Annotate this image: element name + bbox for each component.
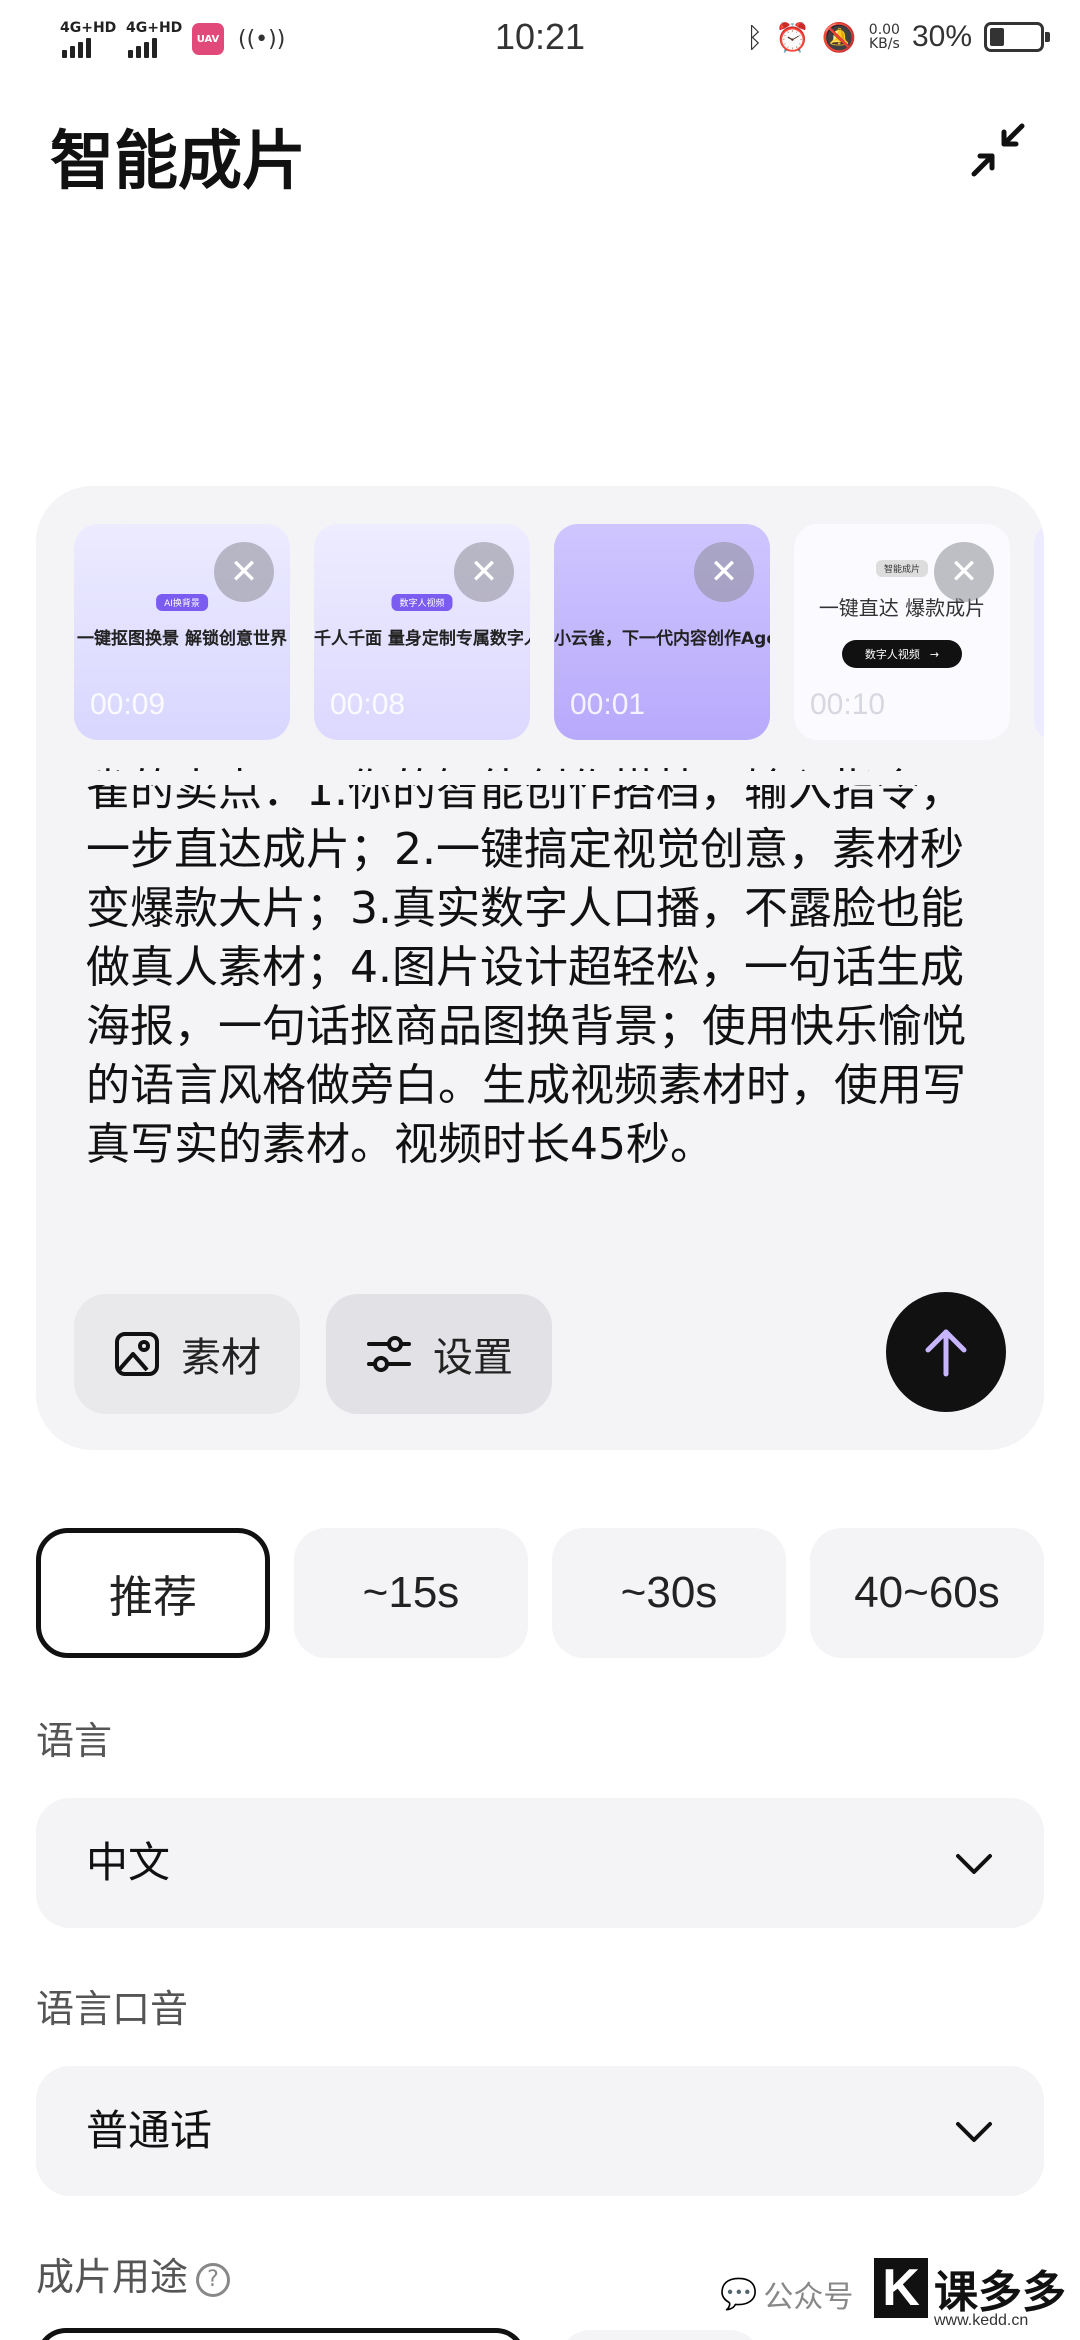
thumbnail-duration: 00:01	[570, 688, 646, 721]
attachment-thumbnail[interactable]: 智能成片 一键直达 爆款成片 数字人视频 → 00:10 ✕	[794, 524, 1010, 740]
collapse-arrows-icon	[971, 123, 1025, 177]
duration-tab-recommended[interactable]: 推荐	[36, 1528, 270, 1658]
chevron-down-icon	[956, 2122, 992, 2142]
watermark: 💬 公众号 K 课多多 www.kedd.cn	[720, 2250, 1080, 2340]
status-right: ᛒ ⏰ 🔕 0.00 KB/s 30%	[746, 20, 1050, 54]
attachment-list: AI换背景 一键抠图换景 解锁创意世界 00:09 ✕ 数字人视频 千人千面 量…	[74, 524, 1044, 740]
chevron-down-icon	[956, 1854, 992, 1874]
duration-tab-30s[interactable]: ~30s	[552, 1528, 786, 1658]
wechat-watermark: 💬 公众号	[720, 2272, 853, 2316]
page-title: 智能成片	[50, 125, 306, 199]
accent-select[interactable]: 普通话	[36, 2066, 1044, 2196]
thumbnail-caption: 千人千面 量身定制专属数字人	[314, 629, 530, 649]
bluetooth-icon: ᛒ	[746, 20, 764, 54]
brand-logo-letter: K	[874, 2258, 928, 2318]
sliders-icon	[367, 1336, 411, 1372]
status-bar: 4G+HD 4G+HD UAV ((•)) 10:21 ᛒ ⏰ 🔕 0.00 K…	[0, 0, 1080, 84]
thumbnail-caption: 一键抠图换景 解锁创意世界	[77, 629, 287, 649]
mute-icon: 🔕	[821, 20, 857, 54]
net-speed: 0.00 KB/s	[869, 23, 900, 51]
thumbnail-duration: 00:09	[90, 688, 166, 721]
wechat-label: 公众号	[763, 2280, 854, 2315]
language-label: 语言	[36, 1719, 113, 1763]
language-select[interactable]: 中文	[36, 1798, 1044, 1928]
brand-logo: K 课多多 www.kedd.cn	[870, 2252, 1080, 2338]
thumbnail-caption: 小云雀，下一代内容创作Agent	[554, 629, 770, 649]
send-button[interactable]	[886, 1292, 1006, 1412]
close-icon: ✕	[949, 552, 979, 592]
arrow-right-icon: →	[929, 647, 940, 661]
brand-name: 课多多	[934, 2267, 1066, 2318]
net-speed-unit: KB/s	[868, 36, 900, 52]
brand-url: www.kedd.cn	[934, 2312, 1029, 2329]
close-icon: ✕	[469, 552, 499, 592]
prompt-text: 雀的卖点：1.你的智能创作搭档，输入指令，一步直达成片；2.一键搞定视觉创意，素…	[86, 765, 966, 1170]
thumbnail-pill-label: 数字人视频	[864, 648, 920, 661]
material-label: 素材	[181, 1335, 261, 1381]
thumbnail-tag: 智能成片	[875, 560, 929, 577]
wechat-icon: 💬	[720, 2276, 758, 2312]
remove-attachment-button[interactable]: ✕	[214, 542, 274, 602]
usage-option[interactable]	[36, 2328, 526, 2340]
battery-icon	[984, 22, 1050, 52]
settings-label: 设置	[433, 1335, 513, 1381]
settings-button[interactable]: 设置	[326, 1294, 552, 1414]
attachment-thumbnail-partial[interactable]	[1034, 524, 1044, 740]
image-icon	[115, 1332, 159, 1376]
usage-label: 成片用途	[36, 2255, 189, 2299]
remove-attachment-button[interactable]: ✕	[934, 542, 994, 602]
accent-value: 普通话	[86, 2106, 213, 2155]
attachment-thumbnail[interactable]: 小云雀，下一代内容创作Agent 00:01 ✕	[554, 524, 770, 740]
thumbnail-tag: 数字人视频	[391, 594, 453, 611]
duration-tab-40-60s[interactable]: 40~60s	[810, 1528, 1044, 1658]
thumbnail-duration: 00:08	[330, 688, 406, 721]
help-icon[interactable]: ?	[196, 2262, 231, 2297]
arrow-up-icon	[925, 1329, 967, 1377]
material-button[interactable]: 素材	[74, 1294, 300, 1414]
alarm-icon: ⏰	[775, 20, 810, 54]
duration-tab-15s[interactable]: ~15s	[294, 1528, 528, 1658]
remove-attachment-button[interactable]: ✕	[694, 542, 754, 602]
net-speed-value: 0.00	[868, 22, 900, 38]
battery-percent: 30%	[911, 20, 972, 53]
close-icon: ✕	[229, 552, 259, 592]
thumbnail-pill: 数字人视频 →	[842, 640, 962, 668]
prompt-card: 雀的卖点：1.你的智能创作搭档，输入指令，一步直达成片；2.一键搞定视觉创意，素…	[36, 486, 1044, 1450]
accent-label: 语言口音	[36, 1987, 189, 2031]
remove-attachment-button[interactable]: ✕	[454, 542, 514, 602]
language-value: 中文	[86, 1838, 171, 1887]
usage-label-row: 成片用途?	[36, 2246, 231, 2301]
attachment-thumbnail[interactable]: 数字人视频 千人千面 量身定制专属数字人 00:08 ✕	[314, 524, 530, 740]
close-icon: ✕	[709, 552, 739, 592]
thumbnail-duration: 00:10	[810, 688, 886, 721]
collapse-button[interactable]	[966, 118, 1030, 182]
thumbnail-tag: AI换背景	[156, 594, 208, 611]
attachment-thumbnail[interactable]: AI换背景 一键抠图换景 解锁创意世界 00:09 ✕	[74, 524, 290, 740]
